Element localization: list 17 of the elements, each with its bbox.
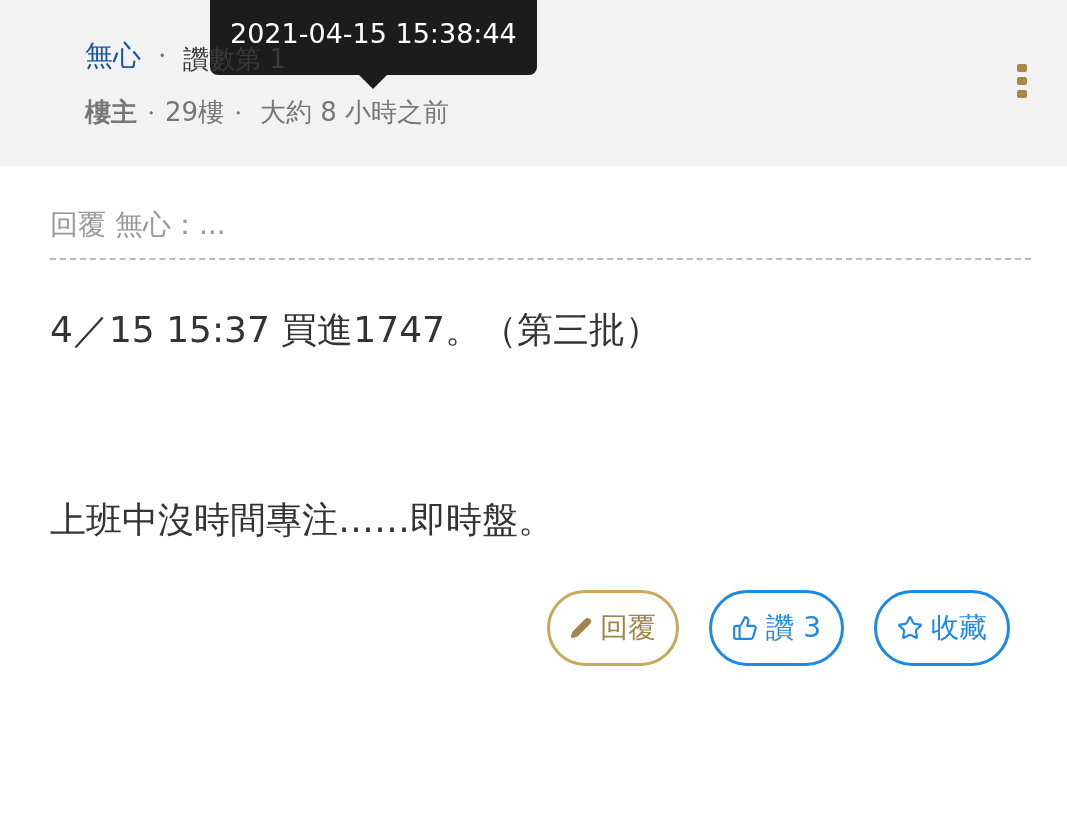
star-icon [897,615,923,641]
like-button[interactable]: 讚 3 [709,590,844,666]
role-label: 樓主 [85,96,137,129]
post-time: 大約 8 小時之前 [260,96,450,129]
thumbs-up-icon [732,615,759,641]
floor-label: 29樓 [165,96,225,129]
post-text: 上班中沒時間專注……即時盤。 [50,498,555,542]
separator: ・ [228,99,249,127]
quote-line: 回覆 無心：... [50,204,1031,260]
post-text: 4／15 15:37 買進1747。（第三批） [50,308,662,352]
pencil-icon [570,617,593,639]
more-icon[interactable] [1017,64,1027,98]
separator: ・ [151,42,173,70]
favorite-button[interactable]: 收藏 [874,590,1010,666]
separator: ・ [141,99,161,127]
author-name[interactable]: 無心 [85,34,141,77]
reply-button[interactable]: 回覆 [547,590,680,666]
